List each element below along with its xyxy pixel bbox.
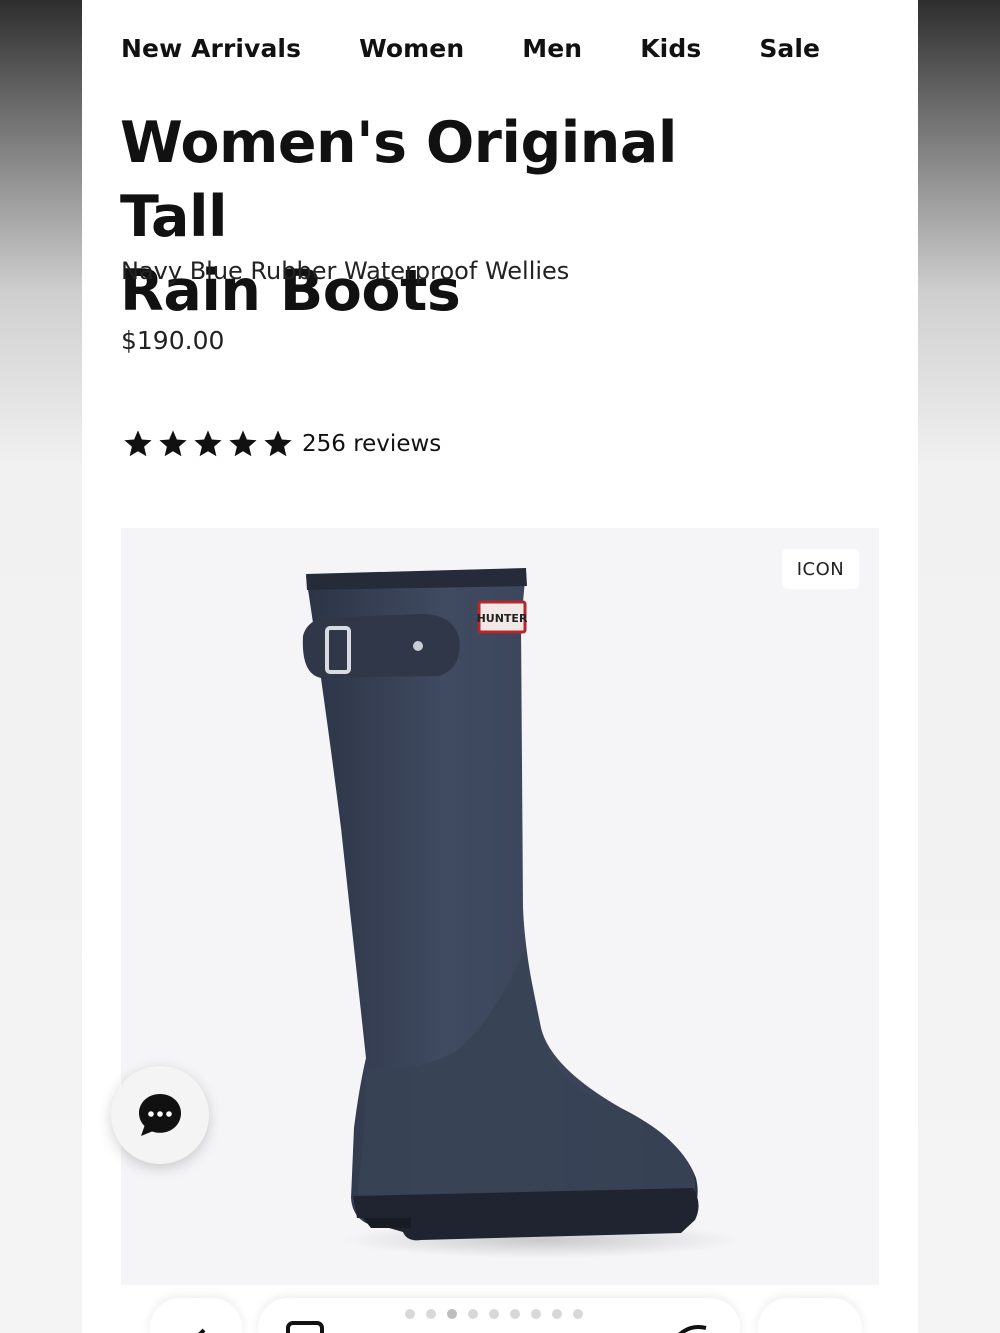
carousel-dot[interactable] — [468, 1309, 478, 1319]
product-image-panel[interactable]: HUNTER ICON — [121, 528, 879, 1285]
back-button[interactable] — [150, 1298, 242, 1333]
carousel-dot[interactable] — [573, 1309, 583, 1319]
carousel-dot[interactable] — [405, 1309, 415, 1319]
rain-boot-image: HUNTER — [302, 568, 741, 1258]
product-title: Women's Original Tall Rain Boots — [120, 106, 800, 328]
nav-women[interactable]: Women — [359, 34, 464, 63]
rating-summary[interactable]: 256 reviews — [122, 428, 441, 460]
product-subtitle: Navy Blue Rubber Waterproof Wellies — [121, 257, 570, 285]
product-title-line1: Women's Original Tall — [120, 110, 677, 250]
star-icon — [229, 430, 257, 457]
nav-new-arrivals[interactable]: New Arrivals — [121, 34, 301, 63]
review-count[interactable]: 256 reviews — [302, 431, 441, 457]
star-icon — [159, 430, 187, 457]
image-carousel-dots — [405, 1309, 583, 1319]
more-button[interactable] — [758, 1298, 862, 1333]
star-icon — [124, 430, 152, 457]
carousel-dot[interactable] — [531, 1309, 541, 1319]
icon-badge: ICON — [782, 549, 859, 589]
star-rating — [122, 428, 294, 460]
nav-sale[interactable]: Sale — [759, 34, 820, 63]
chevron-left-icon — [198, 1328, 206, 1333]
star-icon — [194, 430, 222, 457]
carousel-dot[interactable] — [510, 1309, 520, 1319]
nav-kids[interactable]: Kids — [640, 34, 701, 63]
star-icon — [264, 430, 292, 457]
product-page: New Arrivals Women Men Kids Sale Women's… — [82, 0, 918, 1333]
chat-bubble-icon — [139, 1094, 181, 1136]
bottom-toolbar — [82, 1290, 918, 1333]
main-nav: New Arrivals Women Men Kids Sale — [121, 34, 878, 63]
carousel-dot[interactable] — [552, 1309, 562, 1319]
carousel-dot[interactable] — [447, 1309, 457, 1319]
chat-button[interactable] — [111, 1066, 209, 1164]
product-price: $190.00 — [121, 326, 225, 355]
brand-tag: HUNTER — [477, 612, 528, 625]
nav-men[interactable]: Men — [522, 34, 582, 63]
carousel-dot[interactable] — [489, 1309, 499, 1319]
carousel-dot[interactable] — [426, 1309, 436, 1319]
share-arrow-icon — [678, 1325, 707, 1333]
